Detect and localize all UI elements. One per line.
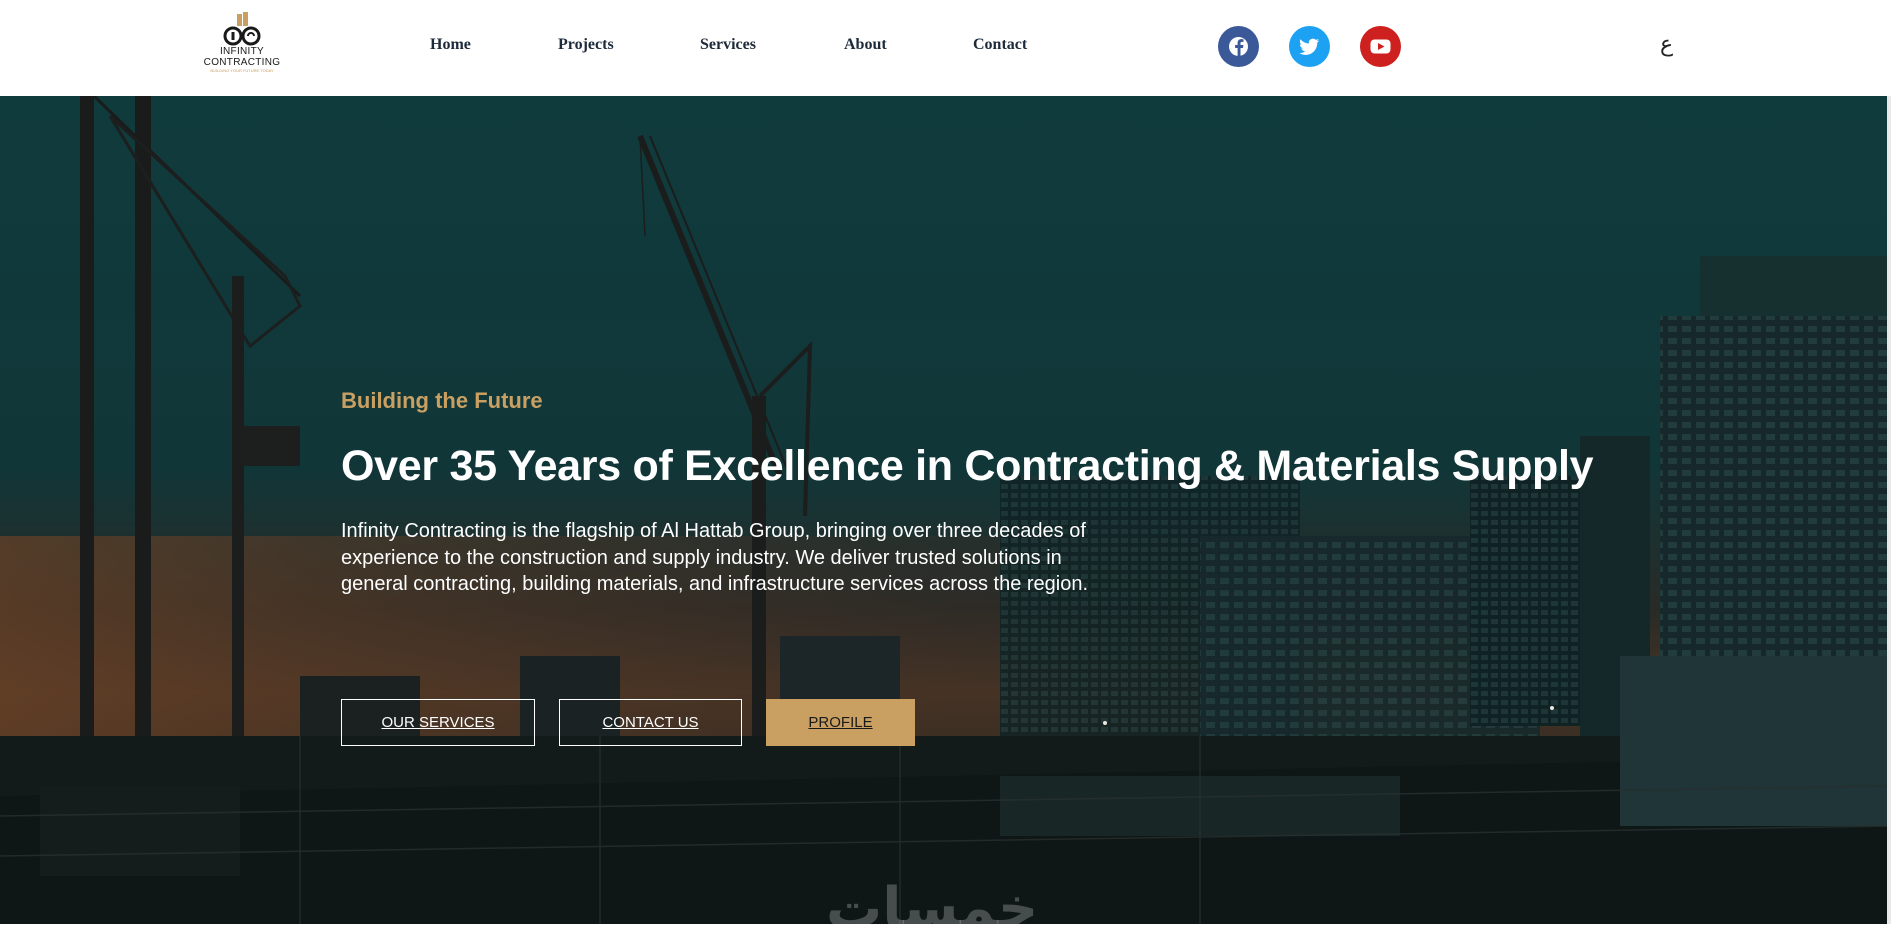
contact-us-button[interactable]: CONTACT US (559, 699, 742, 746)
site-header: INFINITY CONTRACTING BUILDING YOUR FUTUR… (0, 0, 1891, 96)
facebook-icon (1229, 37, 1248, 56)
logo-tagline: BUILDING YOUR FUTURE TODAY (210, 68, 274, 73)
khamsat-watermark: خمسات (826, 876, 1039, 924)
nav-home[interactable]: Home (430, 36, 471, 54)
facebook-link[interactable] (1218, 26, 1259, 67)
construction-skyline-image (0, 96, 1891, 924)
nav-about[interactable]: About (844, 36, 887, 54)
page-scrollbar[interactable] (1887, 0, 1891, 924)
language-toggle[interactable]: ع (1660, 32, 1673, 57)
page-bottom-strip (0, 924, 1891, 950)
site-logo[interactable]: INFINITY CONTRACTING BUILDING YOUR FUTUR… (200, 12, 284, 82)
hero-headline: Over 35 Years of Excellence in Contracti… (341, 442, 1594, 490)
nav-services[interactable]: Services (700, 36, 756, 54)
profile-button[interactable]: PROFILE (766, 699, 915, 746)
our-services-button[interactable]: OUR SERVICES (341, 699, 535, 746)
hero-eyebrow: Building the Future (341, 388, 543, 413)
hero-section: Building the Future Over 35 Years of Exc… (0, 96, 1891, 924)
youtube-link[interactable] (1360, 26, 1401, 67)
infinity-logo-icon (223, 12, 261, 46)
logo-text-line1: INFINITY (219, 46, 265, 57)
nav-contact[interactable]: Contact (973, 36, 1027, 54)
logo-text-line2: CONTRACTING (203, 57, 281, 68)
hero-description: Infinity Contracting is the flagship of … (341, 520, 1089, 595)
youtube-icon (1370, 39, 1391, 54)
nav-projects[interactable]: Projects (558, 36, 614, 54)
twitter-link[interactable] (1289, 26, 1330, 67)
twitter-icon (1299, 38, 1319, 55)
